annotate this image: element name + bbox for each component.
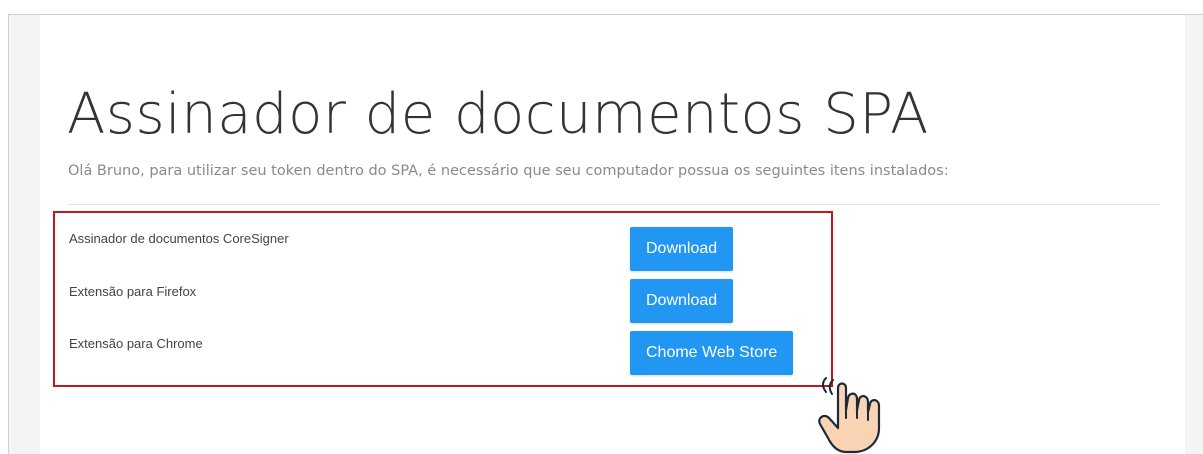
divider (68, 204, 1160, 205)
intro-text: Olá Bruno, para utilizar seu token dentr… (68, 163, 949, 179)
item-label-firefox: Extensão para Firefox (69, 284, 197, 299)
item-label-coresigner: Assinador de documentos CoreSigner (69, 231, 289, 246)
item-label-chrome: Extensão para Chrome (69, 336, 203, 351)
download-coresigner-button[interactable]: Download (630, 227, 734, 271)
chrome-web-store-button[interactable]: Chome Web Store (630, 331, 794, 375)
pointing-hand-icon (818, 377, 881, 454)
page-title: Assinador de documentos SPA (67, 82, 929, 147)
download-firefox-extension-button[interactable]: Download (630, 279, 734, 323)
